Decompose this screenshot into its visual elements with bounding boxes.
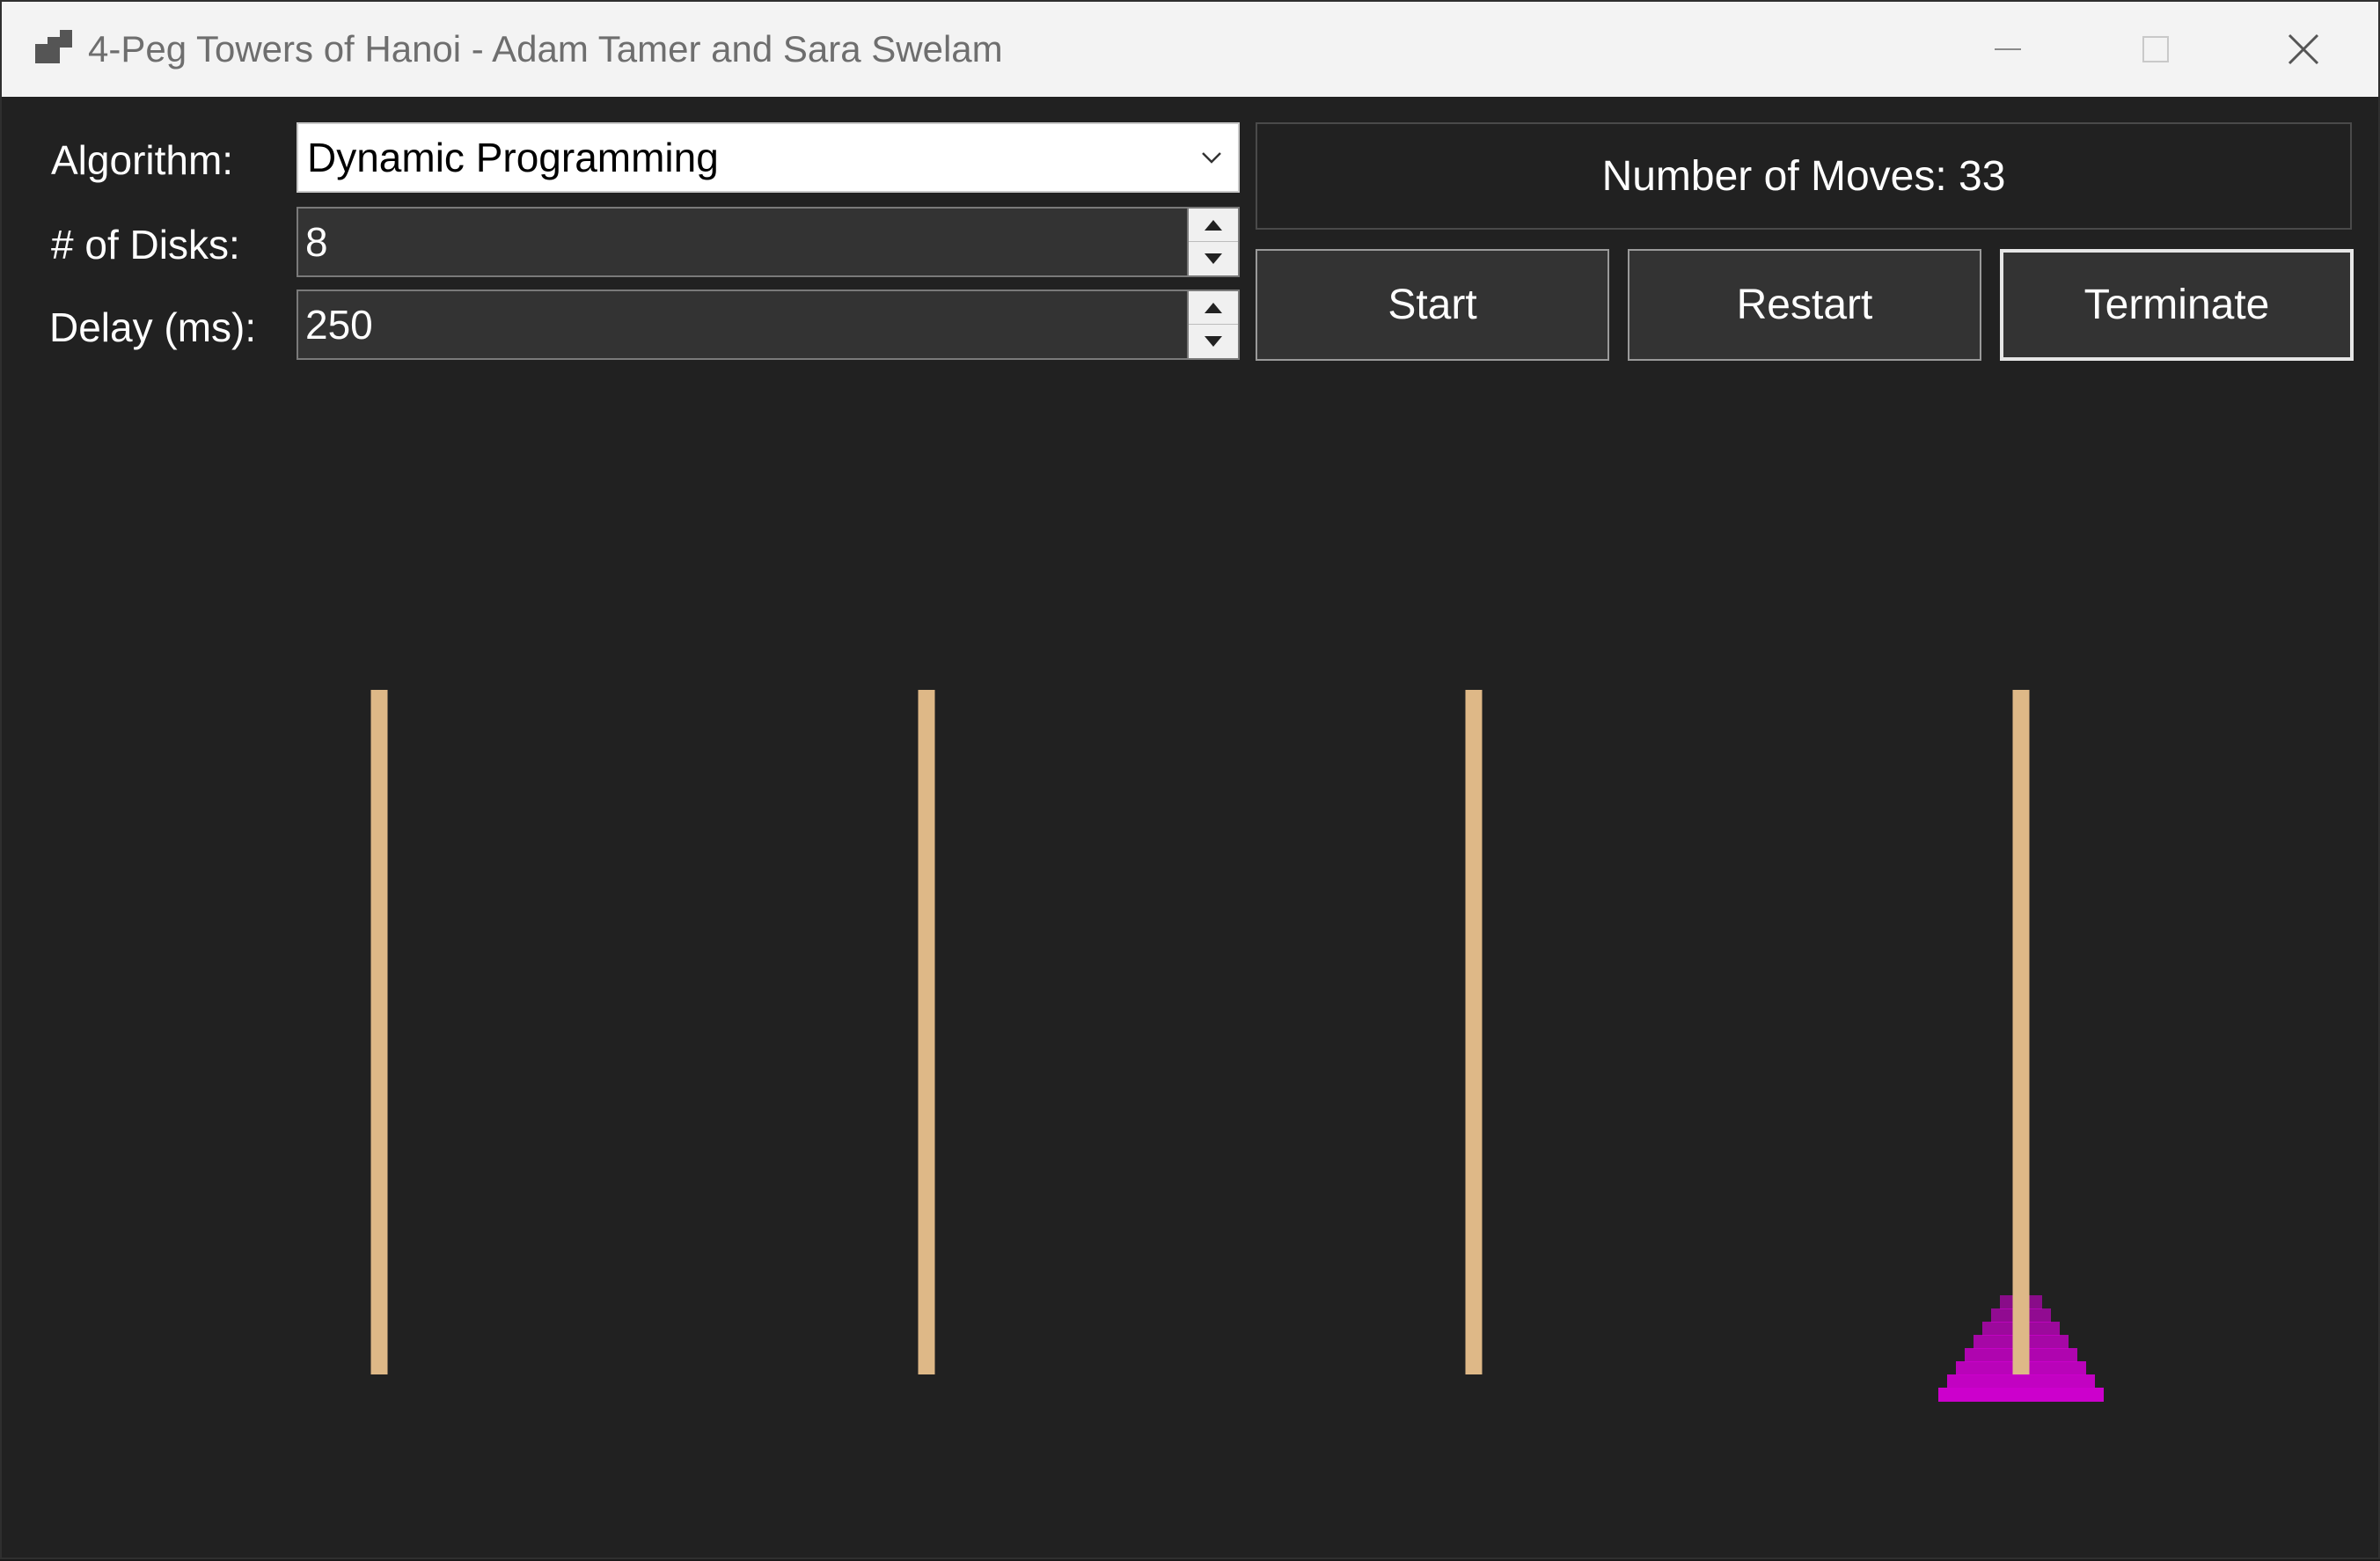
- minimize-icon: [1995, 48, 2021, 50]
- moves-counter: Number of Moves: 33: [1601, 152, 2006, 200]
- app-window: 4-Peg Towers of Hanoi - Adam Tamer and S…: [0, 0, 2380, 1559]
- disk: [1938, 1388, 2104, 1402]
- close-icon: [2288, 33, 2319, 65]
- disks-increment-button[interactable]: [1189, 209, 1238, 242]
- algorithm-select-value: Dynamic Programming: [307, 135, 719, 180]
- algorithm-label: Algorithm:: [51, 137, 234, 183]
- delay-increment-button[interactable]: [1189, 291, 1238, 325]
- title-bar[interactable]: 4-Peg Towers of Hanoi - Adam Tamer and S…: [2, 2, 2378, 97]
- maximize-icon: [2142, 36, 2169, 62]
- disks-stepper[interactable]: 8: [297, 207, 1240, 277]
- app-icon: [35, 30, 72, 63]
- start-button[interactable]: Start: [1256, 249, 1609, 361]
- disk: [1947, 1374, 2095, 1389]
- disks-decrement-button[interactable]: [1189, 242, 1238, 275]
- peg-3: [1465, 690, 1483, 1374]
- algorithm-select[interactable]: Dynamic Programming: [297, 122, 1240, 193]
- arrow-down-icon: [1205, 253, 1222, 264]
- delay-spin-buttons: [1187, 291, 1238, 358]
- moves-counter-box: Number of Moves: 33: [1256, 122, 2352, 230]
- disks-label: # of Disks:: [51, 222, 240, 267]
- terminate-button[interactable]: Terminate: [2000, 249, 2354, 361]
- delay-stepper[interactable]: 250: [297, 289, 1240, 360]
- arrow-down-icon: [1205, 335, 1222, 347]
- window-title: 4-Peg Towers of Hanoi - Adam Tamer and S…: [88, 28, 1003, 70]
- chevron-down-icon[interactable]: [1197, 143, 1226, 172]
- peg-2: [918, 690, 935, 1374]
- peg-4: [2012, 690, 2030, 1374]
- delay-label: Delay (ms):: [49, 304, 257, 350]
- hanoi-board: [370, 690, 2104, 1402]
- peg-1: [370, 690, 388, 1374]
- delay-decrement-button[interactable]: [1189, 325, 1238, 357]
- disks-stepper-value[interactable]: 8: [305, 216, 328, 268]
- arrow-up-icon: [1205, 219, 1222, 231]
- minimize-button[interactable]: [1937, 2, 2078, 97]
- arrow-up-icon: [1205, 302, 1222, 313]
- maximize-button[interactable]: [2085, 2, 2226, 97]
- close-button[interactable]: [2233, 2, 2374, 97]
- restart-button[interactable]: Restart: [1628, 249, 1981, 361]
- disks-spin-buttons: [1187, 209, 1238, 275]
- delay-stepper-value[interactable]: 250: [305, 298, 373, 351]
